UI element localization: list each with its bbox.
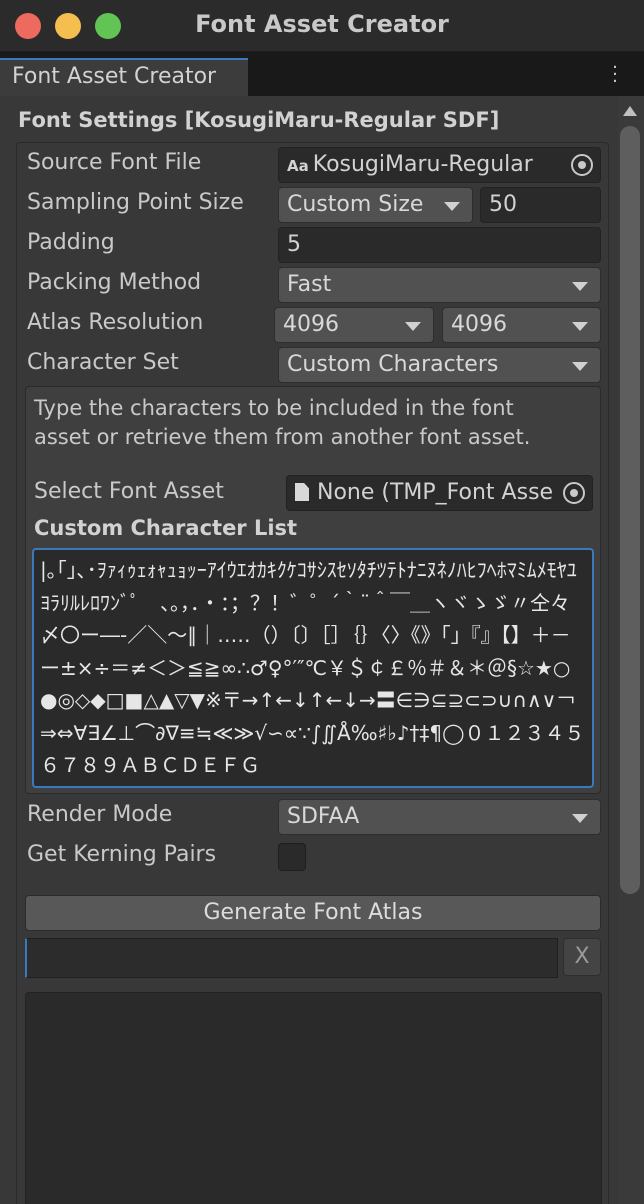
source-font-label: Source Font File — [27, 150, 202, 175]
packing-method-dropdown[interactable]: Fast — [278, 267, 601, 303]
chevron-down-icon — [572, 282, 588, 291]
sampling-mode-dropdown[interactable]: Custom Size — [278, 187, 473, 223]
render-mode-dropdown[interactable]: SDFAA — [278, 799, 601, 835]
render-mode-label: Render Mode — [27, 802, 173, 827]
render-mode-value: SDFAA — [287, 804, 360, 829]
generate-font-atlas-button[interactable]: Generate Font Atlas — [25, 895, 601, 931]
padding-input[interactable]: 5 — [278, 227, 601, 263]
chevron-down-icon — [572, 814, 588, 823]
help-text: Type the characters to be included in th… — [34, 396, 531, 449]
custom-character-list-input[interactable]: |｡｢｣､･ｦｧｨｩｪｫｬｭｮｯｰｱｲｳｴｵｶｷｸｹｺｻｼｽｾｿﾀﾁﾂﾃﾄﾅﾆﾇ… — [32, 548, 594, 788]
chevron-down-icon — [572, 322, 588, 331]
more-options-icon[interactable]: · · · — [612, 59, 618, 91]
chevron-down-icon — [572, 362, 588, 371]
title-bar: Font Asset Creator — [0, 0, 644, 52]
padding-label: Padding — [27, 230, 115, 255]
source-font-value: KosugiMaru-Regular — [312, 152, 533, 177]
clear-button[interactable]: X — [563, 938, 601, 976]
scroll-up-arrow-icon[interactable] — [623, 106, 637, 116]
output-text-area — [25, 992, 602, 1204]
tab-bar: Font Asset Creator · · · — [0, 52, 644, 96]
sampling-size-label: Sampling Point Size — [27, 190, 244, 215]
packing-method-value: Fast — [287, 272, 332, 297]
select-font-asset-label: Select Font Asset — [34, 479, 224, 504]
atlas-resolution-label: Atlas Resolution — [27, 310, 204, 335]
character-set-label: Character Set — [27, 350, 179, 375]
chevron-down-icon — [405, 322, 421, 331]
chevron-down-icon — [444, 202, 460, 211]
atlas-height-value: 4096 — [451, 312, 507, 337]
tab-font-asset-creator[interactable]: Font Asset Creator — [0, 58, 248, 96]
font-file-icon: Aa — [287, 157, 309, 175]
sampling-mode-value: Custom Size — [287, 192, 424, 217]
object-picker-icon[interactable] — [563, 482, 585, 504]
atlas-width-dropdown[interactable]: 4096 — [274, 307, 434, 343]
progress-bar — [25, 938, 558, 978]
sampling-size-input[interactable]: 50 — [480, 187, 601, 223]
character-set-value: Custom Characters — [287, 352, 499, 377]
kerning-checkbox[interactable] — [278, 843, 306, 871]
packing-method-label: Packing Method — [27, 270, 202, 295]
scrollbar-thumb[interactable] — [620, 126, 640, 894]
custom-character-list-label: Custom Character List — [34, 516, 298, 540]
character-set-dropdown[interactable]: Custom Characters — [278, 347, 601, 383]
select-font-asset-value: None (TMP_Font Asse — [317, 480, 554, 505]
kerning-label: Get Kerning Pairs — [27, 842, 217, 867]
source-font-field[interactable]: Aa KosugiMaru-Regular — [278, 147, 601, 183]
section-title: Font Settings [KosugiMaru-Regular SDF] — [18, 108, 500, 132]
atlas-width-value: 4096 — [283, 312, 339, 337]
document-icon — [295, 483, 309, 501]
atlas-height-dropdown[interactable]: 4096 — [442, 307, 601, 343]
window-title: Font Asset Creator — [195, 10, 449, 38]
select-font-asset-field[interactable]: None (TMP_Font Asse — [286, 475, 593, 511]
object-picker-icon[interactable] — [571, 154, 593, 176]
